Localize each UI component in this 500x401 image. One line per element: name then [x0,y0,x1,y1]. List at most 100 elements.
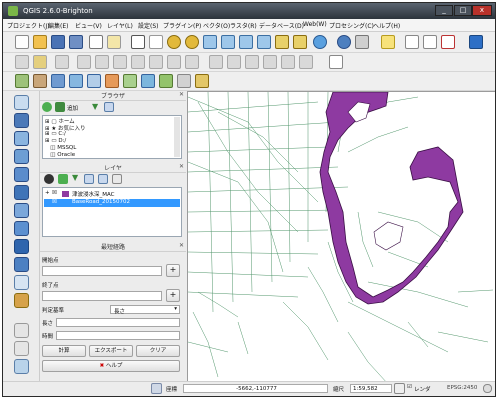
save-edits-icon[interactable] [55,55,69,69]
simplify-feature-icon[interactable] [14,257,29,272]
offset-curve-icon[interactable] [14,239,29,254]
change-label-icon[interactable] [299,55,313,69]
criterion-select[interactable]: 長さ ▾ [110,305,180,315]
field-calculator-icon[interactable] [423,35,437,49]
move-feature-icon[interactable] [95,55,109,69]
layer-checkbox[interactable]: ☒ [52,190,57,196]
new-print-composer-icon[interactable] [89,35,103,49]
new-project-icon[interactable] [15,35,29,49]
scale-field[interactable]: 1:59,582 [350,384,392,393]
zoom-in-icon[interactable] [167,35,181,49]
clear-button[interactable]: クリア [136,345,180,357]
add-wcs-layer-icon[interactable] [141,74,155,88]
calculate-button[interactable]: 計算 [42,345,86,357]
delete-selected-icon[interactable] [131,55,145,69]
end-point-input[interactable] [42,291,162,301]
menu-raster[interactable]: ラスタ(R) [230,21,257,30]
select-features-icon[interactable] [381,35,395,49]
cut-features-icon[interactable] [149,55,163,69]
help-button[interactable]: ✖ ヘルプ [42,360,180,372]
pick-start-point-button[interactable]: + [166,264,180,277]
toggle-editing-icon[interactable] [33,55,47,69]
menu-edit[interactable]: 編集(E) [48,21,68,30]
map-canvas[interactable] [187,91,495,383]
delete-ring-icon[interactable] [14,185,29,200]
label-tool-icon[interactable] [209,55,223,69]
new-shapefile-icon[interactable] [195,74,209,88]
show-hide-labels-icon[interactable] [245,55,259,69]
coordinate-toggle-icon[interactable] [151,383,162,394]
pin-labels-icon[interactable] [227,55,241,69]
edit-pencil-icon[interactable] [15,55,29,69]
layer-visibility-icon[interactable] [44,174,54,184]
add-raster-layer-icon[interactable] [33,74,47,88]
rotation-icon[interactable] [394,383,405,394]
delete-part-icon[interactable] [14,203,29,218]
collapse-all-layers-icon[interactable] [98,174,108,184]
zoom-full-icon[interactable] [203,35,217,49]
layer-filter-icon[interactable]: ▼ [72,173,78,182]
start-point-input[interactable] [42,266,162,276]
layer-expand-icon[interactable]: + [45,190,50,196]
remove-layer-icon[interactable] [112,174,122,184]
fill-ring-icon[interactable] [14,167,29,182]
identify-icon[interactable] [337,35,351,49]
add-wfs-layer-icon[interactable] [159,74,173,88]
crs-label[interactable]: EPSG:2450 [447,385,477,391]
menu-help[interactable]: ヘルプ(H) [373,21,400,30]
add-oracle-layer-icon[interactable] [105,74,119,88]
add-ring-icon[interactable] [14,131,29,146]
menu-vector[interactable]: ベクタ(O) [203,21,230,30]
add-selection-label[interactable]: 追加 [67,104,78,112]
menu-database[interactable]: データベース(D) [259,21,304,30]
rotate-feature-icon[interactable] [14,275,29,290]
refresh-browser-icon[interactable] [42,102,52,112]
tree-item-oracle[interactable]: ◫ Oracle [45,152,75,158]
expand-all-icon[interactable] [84,174,94,184]
add-postgis-layer-icon[interactable] [51,74,65,88]
save-as-icon[interactable] [69,35,83,49]
copy-features-icon[interactable] [167,55,181,69]
measure-icon[interactable] [355,35,369,49]
open-project-icon[interactable] [33,35,47,49]
add-spatialite-layer-icon[interactable] [69,74,83,88]
menu-view[interactable]: ビュー(V) [75,21,102,30]
add-feature-icon[interactable] [77,55,91,69]
browser-close-icon[interactable]: ✕ [179,91,184,98]
layers-close-icon[interactable]: ✕ [179,163,184,170]
split-features-icon[interactable] [14,113,29,128]
tree-item-drive-c[interactable]: ⊞ ▭ C:/ [45,131,66,137]
attribute-table-icon[interactable] [405,35,419,49]
zoom-last-icon[interactable] [275,35,289,49]
minimize-button[interactable]: _ [435,5,453,16]
messages-icon[interactable] [483,384,492,393]
georeferencer-icon[interactable] [14,359,29,374]
layer-item-roads[interactable]: ☒ BaseRoad_20150702 [44,199,180,207]
browser-scrollbar[interactable] [174,117,180,157]
help-cursor-icon[interactable] [469,35,483,49]
move-label-icon[interactable] [263,55,277,69]
gps-tools-icon[interactable] [14,323,29,338]
add-part-icon[interactable] [14,149,29,164]
zoom-to-selection-icon[interactable] [221,35,235,49]
render-checkbox[interactable]: ☑ [407,384,412,390]
csw-icon[interactable] [329,55,343,69]
add-delimited-text-icon[interactable] [177,74,191,88]
merge-features-icon[interactable] [14,293,29,308]
digitize-icon[interactable] [14,95,29,110]
menu-plugins[interactable]: プラグイン(P) [163,21,201,30]
add-icon[interactable] [55,102,65,112]
menu-settings[interactable]: 設定(S) [138,21,159,30]
add-vector-layer-icon[interactable] [15,74,29,88]
menu-processing[interactable]: プロセシング(C) [329,21,374,30]
expression-icon[interactable] [441,35,455,49]
save-project-icon[interactable] [51,35,65,49]
zoom-next-icon[interactable] [293,35,307,49]
add-mssql-layer-icon[interactable] [87,74,101,88]
pick-end-point-button[interactable]: + [166,289,180,302]
route-close-icon[interactable]: ✕ [179,242,184,249]
composer-manager-icon[interactable] [107,35,121,49]
coordinate-capture-icon[interactable] [14,341,29,356]
layer-item-flood[interactable]: + ☒ 津波浸水深_MAC [44,190,180,198]
menu-web[interactable]: Web(W) [303,21,327,28]
